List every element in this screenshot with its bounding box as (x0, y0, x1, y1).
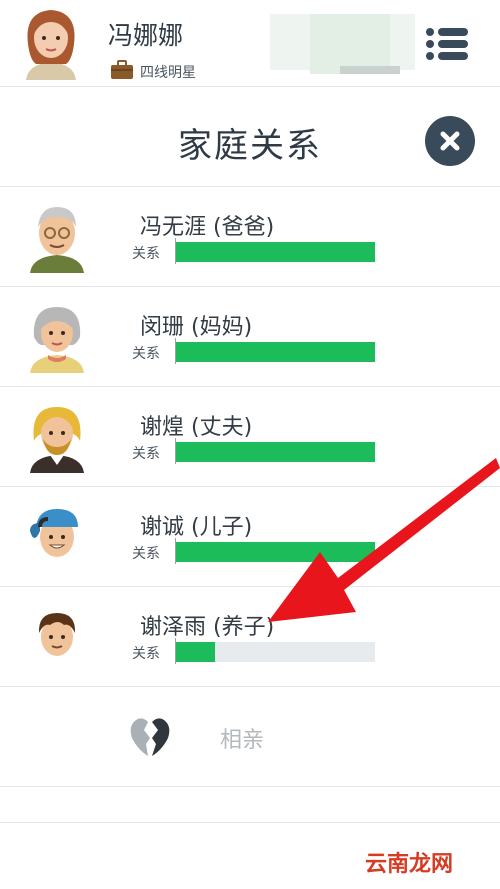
profile-avatar[interactable] (20, 4, 82, 80)
relation-label: 关系 (132, 346, 160, 362)
relation-label: 关系 (132, 646, 160, 662)
blurred-area (310, 14, 390, 74)
relation-label: 关系 (132, 446, 160, 462)
elderly-man-avatar (26, 201, 88, 273)
divider (0, 822, 500, 823)
relation-bar (175, 342, 375, 362)
family-member-name: 谢煌 (丈夫) (140, 415, 253, 440)
matchmaking-label[interactable]: 相亲 (220, 722, 264, 754)
family-row[interactable]: 闵珊 (妈妈) 关系 (0, 287, 500, 387)
broken-heart-icon[interactable] (128, 716, 172, 758)
list-menu-icon[interactable] (420, 26, 470, 62)
bar-tick (175, 238, 176, 264)
boy-cap-avatar (26, 501, 88, 573)
family-row[interactable]: 谢煌 (丈夫) 关系 (0, 387, 500, 487)
relation-bar (175, 242, 375, 262)
elderly-woman-avatar (26, 301, 88, 373)
watermark: 云南龙网 (365, 852, 454, 877)
divider (0, 686, 500, 687)
relation-bar-fill (175, 242, 375, 262)
bar-tick (175, 638, 176, 664)
relation-bar-fill (175, 442, 375, 462)
family-member-name: 谢诚 (儿子) (140, 515, 253, 540)
close-button[interactable] (425, 116, 475, 166)
bar-tick (175, 438, 176, 464)
close-icon (440, 131, 460, 151)
profile-occupation: 四线明星 (110, 60, 196, 84)
family-member-name: 冯无涯 (爸爸) (140, 215, 275, 240)
boy-avatar (26, 601, 88, 673)
blurred-area (340, 66, 400, 74)
relation-bar-fill (175, 642, 215, 662)
briefcase-icon (110, 60, 134, 84)
divider (0, 86, 500, 87)
bar-tick (175, 338, 176, 364)
family-member-name: 谢泽雨 (养子) (140, 615, 275, 640)
profile-name: 冯娜娜 (108, 21, 184, 50)
relation-bar-fill (175, 542, 375, 562)
family-row[interactable]: 谢诚 (儿子) 关系 (0, 487, 500, 587)
family-row[interactable]: 冯无涯 (爸爸) 关系 (0, 187, 500, 287)
relation-bar (175, 642, 375, 662)
relation-label: 关系 (132, 546, 160, 562)
family-member-name: 闵珊 (妈妈) (140, 315, 253, 340)
bearded-man-avatar (26, 401, 88, 473)
relation-label: 关系 (132, 246, 160, 262)
relation-bar (175, 542, 375, 562)
relation-bar (175, 442, 375, 462)
divider (0, 786, 500, 787)
relation-bar-fill (175, 342, 375, 362)
family-row[interactable]: 谢泽雨 (养子) 关系 (0, 587, 500, 687)
bar-tick (175, 538, 176, 564)
